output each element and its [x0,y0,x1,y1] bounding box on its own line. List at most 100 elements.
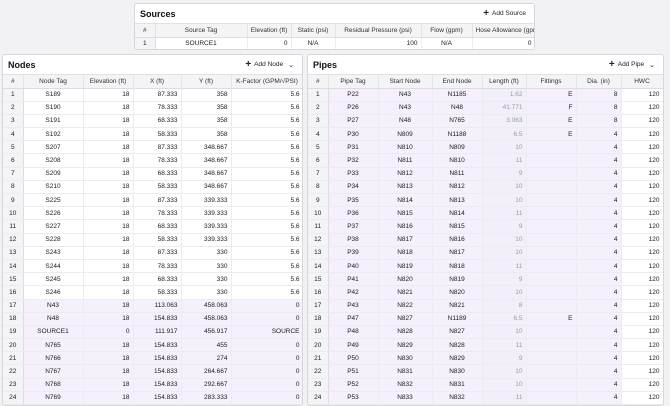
pipes-cell[interactable]: N820 [432,285,483,300]
pipes-cell[interactable]: 11 [482,338,527,353]
nodes-cell[interactable]: S227 [23,219,84,234]
pipes-cell[interactable]: 4 [576,338,622,353]
nodes-cell[interactable]: 18 [83,219,134,234]
pipes-cell[interactable]: P43 [328,299,379,313]
pipes-cell[interactable]: 4 [576,325,622,340]
pipes-cell[interactable]: 9 [482,167,527,181]
nodes-cell[interactable]: 18 [83,364,134,379]
pipes-cell[interactable]: 10 [482,246,527,260]
nodes-cell[interactable]: 5.6 [231,167,302,181]
pipes-cell[interactable] [526,272,577,287]
sources-column-header[interactable]: Static (psi) [291,24,336,38]
pipes-cell[interactable]: 6.5 [482,127,527,142]
pipes-cell[interactable]: N43 [378,101,433,115]
pipes-table-row[interactable]: 24 P53 N833 N832 11 4 120 [308,391,663,405]
pipes-cell[interactable]: 3.063 [482,114,527,129]
pipes-cell[interactable]: 8 [576,101,622,115]
pipes-cell[interactable]: N810 [378,140,433,155]
nodes-cell[interactable]: N768 [23,378,84,392]
pipes-table-row[interactable]: 16 P42 N821 N820 10 4 120 [308,285,663,300]
nodes-table-row[interactable]: 24 N769 18 154.833 283.333 0 [3,391,302,405]
nodes-cell[interactable]: S189 [23,88,84,102]
nodes-table-row[interactable]: 14 S244 18 78.333 330 5.6 [3,259,302,274]
nodes-cell[interactable]: N769 [23,391,84,405]
nodes-table-row[interactable]: 8 S210 18 58.333 348.667 5.6 [3,180,302,195]
nodes-cell[interactable]: 0 [83,325,134,340]
pipes-cell[interactable]: N813 [378,180,433,195]
pipes-cell[interactable]: P51 [328,364,379,379]
pipes-table-row[interactable]: 13 P39 N818 N817 10 4 120 [308,246,663,260]
pipes-cell[interactable]: 4 [576,351,622,366]
sources-table-row[interactable]: 1 SOURCE1 0 N/A 100 N/A 0 [135,37,534,49]
nodes-cell[interactable]: 0 [231,364,302,379]
nodes-cell[interactable]: 111.917 [133,325,182,340]
nodes-cell[interactable]: 458.063 [181,299,232,313]
nodes-cell[interactable]: 18 [83,246,134,260]
pipes-cell[interactable]: P50 [328,351,379,366]
pipes-cell[interactable]: 11 [482,153,527,168]
nodes-column-header[interactable]: # [3,75,24,89]
pipes-cell[interactable]: N816 [432,233,483,247]
pipes-cell[interactable]: N815 [378,206,433,221]
pipes-cell[interactable]: N829 [378,338,433,353]
pipes-cell[interactable]: 4 [576,364,622,379]
nodes-cell[interactable]: 18 [83,378,134,392]
nodes-cell[interactable]: 330 [181,272,232,287]
nodes-cell[interactable]: 358 [181,88,232,102]
nodes-cell[interactable]: 274 [181,351,232,366]
pipes-cell[interactable]: 4 [576,206,622,221]
pipes-cell[interactable]: 120 [621,325,663,340]
pipes-cell[interactable]: 4 [576,299,622,313]
nodes-cell[interactable]: 154.833 [133,364,182,379]
pipes-cell[interactable]: P52 [328,378,379,392]
nodes-cell[interactable]: 18 [83,127,134,142]
pipes-cell[interactable] [526,259,577,274]
nodes-cell[interactable]: S246 [23,285,84,300]
nodes-cell[interactable]: 0 [231,299,302,313]
pipes-cell[interactable]: 11 [482,259,527,274]
nodes-table-row[interactable]: 9 S225 18 87.333 339.333 5.6 [3,193,302,208]
pipes-cell[interactable] [526,351,577,366]
pipes-cell[interactable]: N832 [432,391,483,405]
nodes-table-row[interactable]: 12 S228 18 58.333 339.333 5.6 [3,233,302,247]
pipes-cell[interactable]: N48 [378,114,433,129]
pipes-cell[interactable]: 9 [482,219,527,234]
nodes-cell[interactable]: 154.833 [133,378,182,392]
nodes-cell[interactable]: 5.6 [231,272,302,287]
nodes-cell[interactable]: 5.6 [231,180,302,195]
pipes-cell[interactable]: N820 [378,272,433,287]
nodes-cell[interactable]: S190 [23,101,84,115]
nodes-cell[interactable]: S226 [23,206,84,221]
nodes-cell[interactable]: S228 [23,233,84,247]
pipes-cell[interactable] [526,153,577,168]
pipes-cell[interactable]: 1.62 [482,88,527,102]
nodes-cell[interactable]: 456.917 [181,325,232,340]
nodes-cell[interactable]: 154.833 [133,312,182,326]
nodes-cell[interactable]: N43 [23,299,84,313]
pipes-table-row[interactable]: 4 P30 N809 N1188 6.5 E 4 120 [308,127,663,142]
nodes-cell[interactable]: 18 [83,114,134,129]
pipes-cell[interactable]: N828 [378,325,433,340]
pipes-cell[interactable]: 8 [576,88,622,102]
nodes-table-row[interactable]: 2 S190 18 78.333 358 5.6 [3,101,302,115]
pipes-table-row[interactable]: 14 P40 N819 N818 11 4 120 [308,259,663,274]
nodes-cell[interactable]: 18 [83,140,134,155]
pipes-cell[interactable]: P48 [328,325,379,340]
pipes-cell[interactable]: 4 [576,259,622,274]
nodes-cell[interactable]: S243 [23,246,84,260]
pipes-cell[interactable]: 4 [576,246,622,260]
pipes-table-row[interactable]: 17 P43 N822 N821 8 4 120 [308,299,663,313]
nodes-cell[interactable]: 154.833 [133,351,182,366]
pipes-column-header[interactable]: # [308,75,329,89]
pipes-cell[interactable]: 10 [482,378,527,392]
nodes-cell[interactable]: 87.333 [133,246,182,260]
nodes-cell[interactable]: 358 [181,127,232,142]
sources-column-header[interactable]: Flow (gpm) [421,24,473,38]
pipes-cell[interactable]: 11 [482,391,527,405]
pipes-cell[interactable]: P41 [328,272,379,287]
nodes-cell[interactable]: 5.6 [231,140,302,155]
nodes-cell[interactable]: 292.667 [181,378,232,392]
nodes-cell[interactable]: N765 [23,338,84,353]
pipes-column-header[interactable]: Dia. (in) [576,75,622,89]
nodes-table-row[interactable]: 10 S226 18 78.333 339.333 5.6 [3,206,302,221]
